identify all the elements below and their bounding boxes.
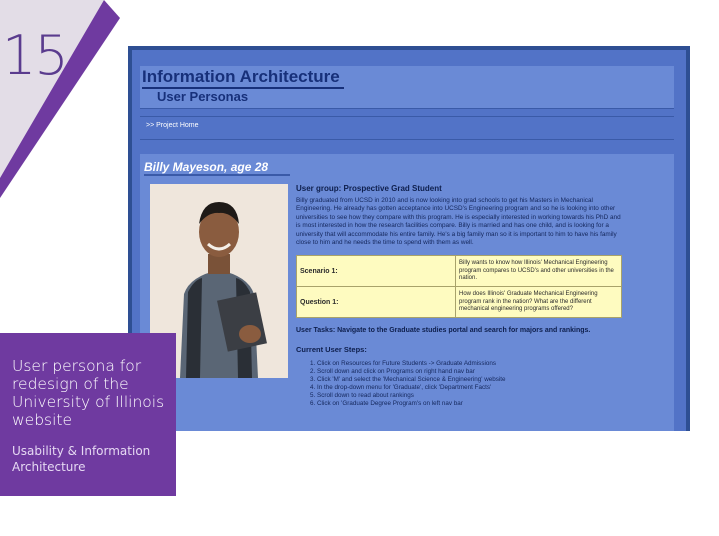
user-tasks: User Tasks: Navigate to the Graduate stu… bbox=[296, 327, 591, 335]
user-group: User group: Prospective Grad Student bbox=[296, 184, 442, 193]
list-item: Scroll down to read about rankings bbox=[317, 392, 626, 400]
persona-content: Billy Mayeson, age 28 User group: Prospe… bbox=[140, 154, 674, 431]
scenario-label: Scenario 1: bbox=[296, 255, 456, 288]
table-row: Question 1: How does Illinois' Graduate … bbox=[296, 286, 622, 319]
caption-title: User persona for redesign of the Univers… bbox=[12, 357, 165, 429]
list-item: In the drop-down menu for 'Graduate', cl… bbox=[317, 384, 626, 392]
steps-list: Click on Resources for Future Students -… bbox=[296, 360, 626, 408]
site-header: Information Architecture User Personas bbox=[140, 66, 674, 109]
persona-bio: Billy graduated from UCSD in 2010 and is… bbox=[296, 197, 621, 247]
table-row: Scenario 1: Billy wants to know how Illi… bbox=[296, 255, 622, 288]
site-title: Information Architecture bbox=[142, 67, 344, 89]
slide-number: 15 bbox=[2, 24, 69, 87]
website-page: Information Architecture User Personas >… bbox=[132, 50, 686, 431]
persona-details: User group: Prospective Grad Student Bil… bbox=[296, 184, 626, 408]
question-text: How does Illinois' Graduate Mechanical E… bbox=[455, 286, 622, 319]
list-item: Scroll down and click on Programs on rig… bbox=[317, 368, 626, 376]
website-screenshot: Information Architecture User Personas >… bbox=[128, 46, 690, 431]
site-nav: >> Project Home bbox=[140, 116, 674, 140]
steps-heading: Current User Steps: bbox=[296, 345, 367, 355]
scenario-table: Scenario 1: Billy wants to know how Illi… bbox=[296, 255, 622, 319]
scenario-text: Billy wants to know how Illinois' Mechan… bbox=[455, 255, 622, 288]
site-subtitle: User Personas bbox=[157, 89, 249, 104]
caption-subtitle: Usability & Information Architecture bbox=[12, 444, 151, 474]
list-item: Click on Resources for Future Students -… bbox=[317, 360, 626, 368]
project-home-link[interactable]: >> Project Home bbox=[146, 122, 199, 129]
list-item: Click on 'Graduate Degree Program's on l… bbox=[317, 400, 626, 408]
caption-box: User persona for redesign of the Univers… bbox=[0, 333, 176, 496]
question-label: Question 1: bbox=[296, 286, 456, 319]
persona-name: Billy Mayeson, age 28 bbox=[144, 160, 291, 176]
list-item: Click 'M' and select the 'Mechanical Sci… bbox=[317, 376, 626, 384]
